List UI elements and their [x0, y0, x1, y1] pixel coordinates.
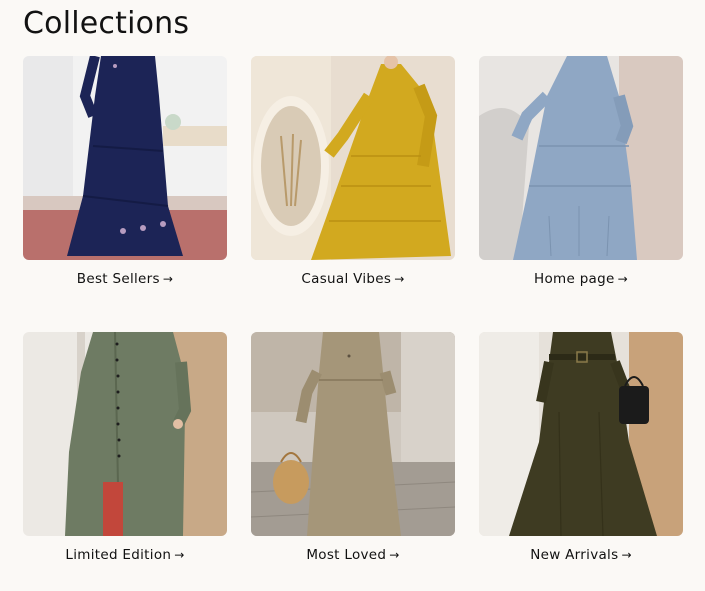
arrow-right-icon: → — [162, 272, 174, 286]
collection-label: Limited Edition — [65, 547, 172, 563]
collection-image[interactable] — [23, 332, 227, 536]
collection-link[interactable]: Best Sellers → — [23, 271, 227, 287]
collection-link[interactable]: Casual Vibes → — [251, 271, 455, 287]
collection-image[interactable] — [23, 56, 227, 260]
collection-card-casual-vibes[interactable]: Casual Vibes → — [251, 56, 455, 287]
collection-image[interactable] — [479, 332, 683, 536]
collection-link[interactable]: New Arrivals → — [479, 547, 683, 563]
arrow-right-icon: → — [621, 548, 632, 562]
arrow-right-icon: → — [174, 548, 185, 562]
collection-link[interactable]: Most Loved → — [251, 547, 455, 563]
collection-link[interactable]: Home page → — [479, 271, 683, 287]
page-title: Collections — [23, 6, 190, 41]
collection-image[interactable] — [251, 332, 455, 536]
arrow-right-icon: → — [617, 272, 628, 286]
collection-card-most-loved[interactable]: Most Loved → — [251, 332, 455, 563]
collection-label: Best Sellers — [76, 271, 160, 287]
collection-label: New Arrivals — [530, 547, 619, 563]
collection-card-best-sellers[interactable]: Best Sellers → — [23, 56, 227, 287]
collection-label: Casual Vibes — [301, 271, 392, 287]
collection-image[interactable] — [251, 56, 455, 260]
collection-image[interactable] — [479, 56, 683, 260]
collection-card-limited-edition[interactable]: Limited Edition → — [23, 332, 227, 563]
collection-label: Most Loved — [306, 547, 387, 563]
collection-label: Home page — [534, 271, 615, 287]
arrow-right-icon: → — [389, 548, 400, 562]
collection-link[interactable]: Limited Edition → — [23, 547, 227, 563]
collection-card-home-page[interactable]: Home page → — [479, 56, 683, 287]
collection-card-new-arrivals[interactable]: New Arrivals → — [479, 332, 683, 563]
arrow-right-icon: → — [394, 272, 405, 286]
